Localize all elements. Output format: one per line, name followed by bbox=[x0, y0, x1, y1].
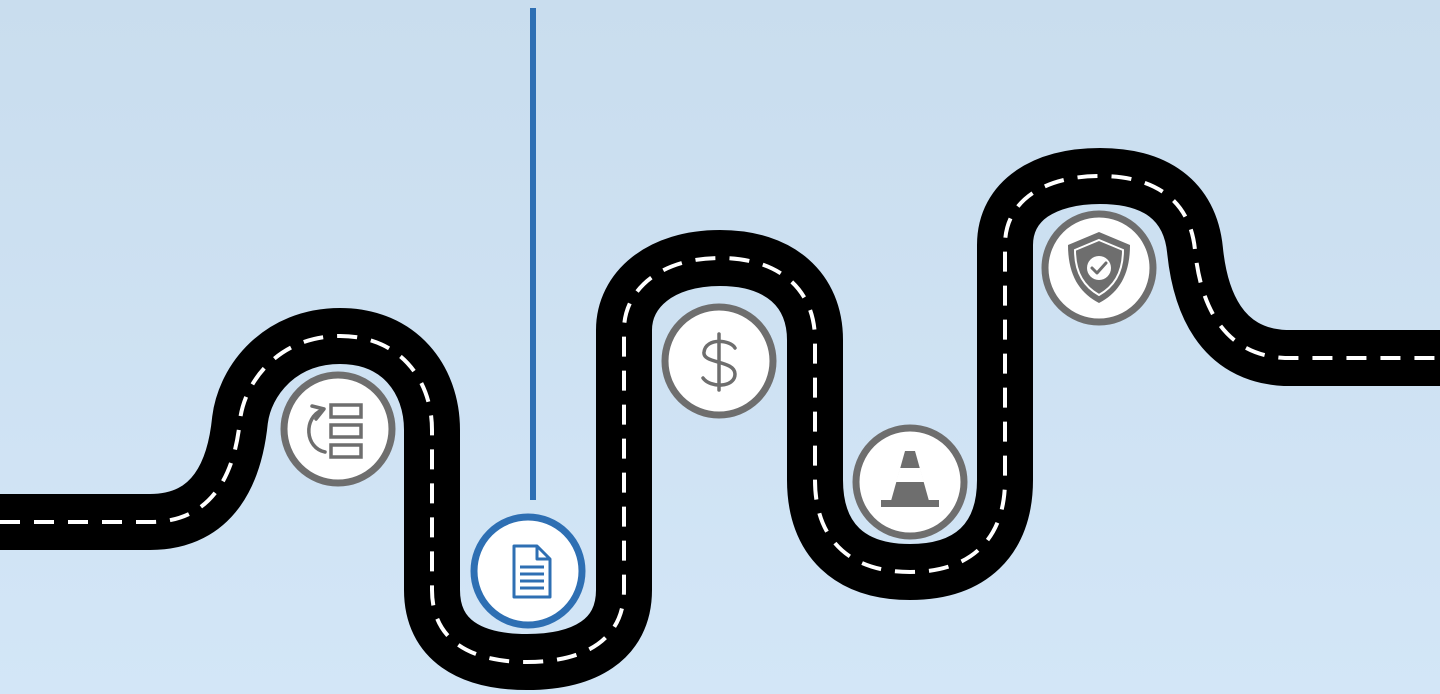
stage-ring bbox=[470, 513, 586, 629]
roadmap-diagram bbox=[0, 0, 1440, 694]
stage-marker-5 bbox=[1041, 210, 1157, 326]
stage-ring bbox=[280, 371, 396, 487]
stage-marker-4 bbox=[852, 424, 968, 540]
stage-marker-1 bbox=[280, 371, 396, 487]
stage-marker-2 bbox=[470, 513, 586, 629]
stage-marker-3 bbox=[661, 303, 777, 419]
roadmap-canvas bbox=[0, 0, 1440, 694]
